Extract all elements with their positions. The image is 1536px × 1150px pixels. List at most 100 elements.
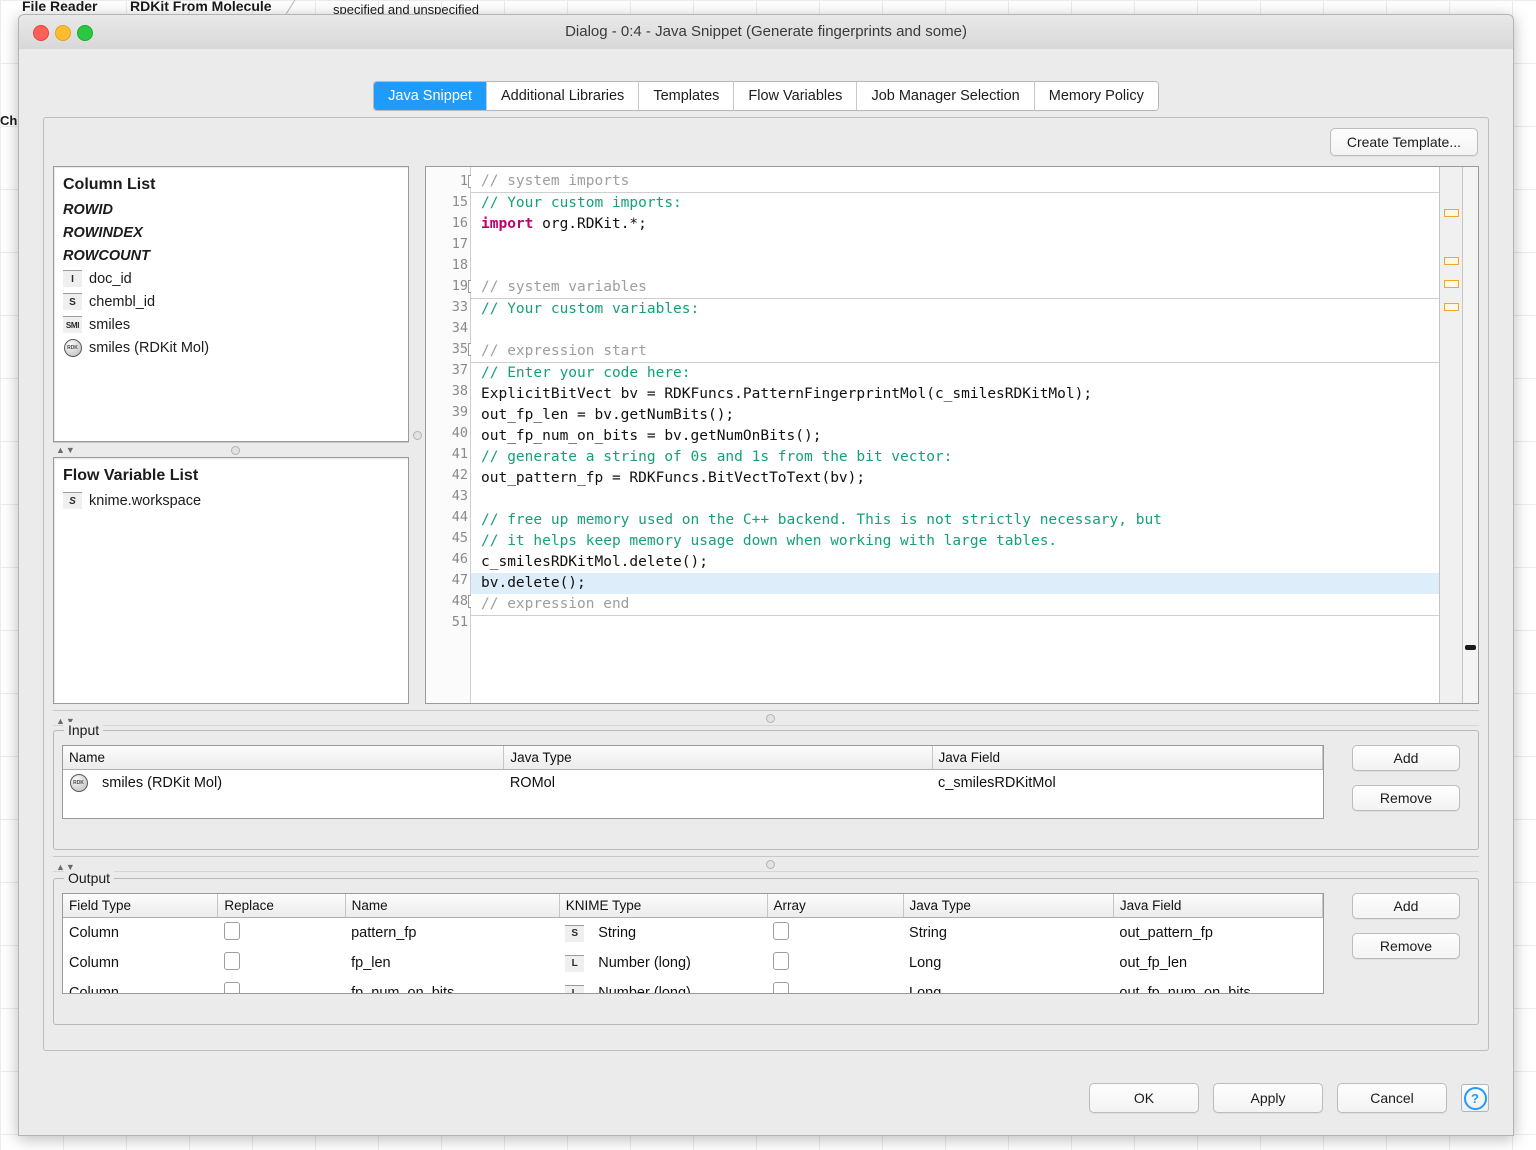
replace-checkbox[interactable]	[223, 952, 240, 970]
table-row[interactable]: Column fp_num_on_bits L Number (long) Lo…	[63, 978, 1323, 993]
input-cell-java-type[interactable]: ROMol	[504, 770, 932, 797]
replace-checkbox[interactable]	[223, 982, 240, 993]
input-add-button[interactable]: Add	[1352, 745, 1460, 771]
output-cell-replace[interactable]	[218, 978, 345, 993]
table-row[interactable]: Column fp_len L Number (long) Long out_f…	[63, 948, 1323, 978]
output-cell-knime-type[interactable]: L Number (long)	[559, 948, 767, 978]
vertical-splitter[interactable]	[409, 166, 425, 704]
column-list-item-doc-id[interactable]: I doc_id	[54, 267, 408, 290]
input-remove-button[interactable]: Remove	[1352, 785, 1460, 811]
code-line[interactable]: out_pattern_fp = RDKFuncs.BitVectToText(…	[471, 468, 1439, 489]
output-splitter[interactable]: ▲▼	[53, 856, 1479, 872]
table-row[interactable]: Column pattern_fp S String String out_pa…	[63, 918, 1323, 949]
ok-button[interactable]: OK	[1089, 1083, 1199, 1113]
output-cell-java-type[interactable]: Long	[903, 948, 1113, 978]
input-col-java-field[interactable]: Java Field	[932, 746, 1323, 770]
flow-variable-list[interactable]: Flow Variable List S knime.workspace	[53, 457, 409, 704]
code-line[interactable]	[471, 256, 1439, 277]
code-line[interactable]: // it helps keep memory usage down when …	[471, 531, 1439, 552]
output-cell-field-type[interactable]: Column	[63, 948, 218, 978]
output-remove-button[interactable]: Remove	[1352, 933, 1460, 959]
output-cell-array[interactable]	[767, 948, 903, 978]
splitter-handle-icon[interactable]	[766, 714, 775, 723]
output-cell-name[interactable]: pattern_fp	[345, 918, 559, 949]
code-line[interactable]	[471, 235, 1439, 256]
editor-vertical-scrollbar[interactable]	[1462, 167, 1478, 703]
output-cell-knime-type[interactable]: S String	[559, 918, 767, 949]
code-line[interactable]: // Your custom variables:	[471, 299, 1439, 320]
output-cell-java-type[interactable]: String	[903, 918, 1113, 949]
output-cell-replace[interactable]	[218, 948, 345, 978]
tab-memory-policy[interactable]: Memory Policy	[1034, 82, 1158, 110]
output-cell-array[interactable]	[767, 978, 903, 993]
flow-variable-item-knime-workspace[interactable]: S knime.workspace	[54, 489, 408, 512]
output-cell-array[interactable]	[767, 918, 903, 949]
output-col-knime-type[interactable]: KNIME Type	[559, 894, 768, 918]
tab-additional-libraries[interactable]: Additional Libraries	[486, 82, 640, 110]
tab-job-manager-selection[interactable]: Job Manager Selection	[857, 82, 1035, 110]
code-line[interactable]: out_fp_num_on_bits = bv.getNumOnBits();	[471, 426, 1439, 447]
output-cell-name[interactable]: fp_len	[345, 948, 559, 978]
output-cell-knime-type[interactable]: L Number (long)	[559, 978, 767, 993]
cancel-button[interactable]: Cancel	[1337, 1083, 1447, 1113]
output-table[interactable]: Field Type Replace Name KNIME Type Array…	[62, 893, 1324, 994]
code-line[interactable]	[471, 616, 1439, 637]
output-cell-field-type[interactable]: Column	[63, 978, 218, 993]
code-line-active[interactable]: bv.delete();	[471, 573, 1439, 594]
tab-flow-variables[interactable]: Flow Variables	[734, 82, 858, 110]
output-cell-java-type[interactable]: Long	[903, 978, 1113, 993]
splitter-arrows-icon[interactable]: ▲▼	[56, 445, 76, 455]
splitter-handle-icon[interactable]	[231, 445, 240, 455]
code-line[interactable]: ExplicitBitVect bv = RDKFuncs.PatternFin…	[471, 384, 1439, 405]
lists-splitter[interactable]: ▲▼	[53, 442, 409, 457]
output-cell-field-type[interactable]: Column	[63, 918, 218, 949]
code-line[interactable]: out_fp_len = bv.getNumBits();	[471, 405, 1439, 426]
scrollbar-thumb[interactable]	[1465, 645, 1476, 650]
code-line[interactable]: // system imports	[471, 171, 1439, 193]
input-cell-java-field[interactable]: c_smilesRDKitMol	[932, 770, 1322, 797]
code-line[interactable]: // free up memory used on the C++ backen…	[471, 510, 1439, 531]
output-col-java-field[interactable]: Java Field	[1113, 894, 1323, 918]
output-col-array[interactable]: Array	[767, 894, 904, 918]
code-line[interactable]: // expression end	[471, 594, 1439, 616]
column-list-item-rowid[interactable]: ROWID	[54, 198, 408, 221]
table-row[interactable]: RDK smiles (RDKit Mol) ROMol c_smilesRDK…	[63, 770, 1323, 797]
output-cell-java-field[interactable]: out_fp_num_on_bits	[1113, 978, 1322, 993]
array-checkbox[interactable]	[773, 952, 790, 970]
vertical-splitter-handle-icon[interactable]	[412, 430, 422, 440]
output-col-name[interactable]: Name	[345, 894, 560, 918]
column-list-item-chembl-id[interactable]: S chembl_id	[54, 290, 408, 313]
editor-marker-rail[interactable]	[1439, 167, 1462, 703]
tab-java-snippet[interactable]: Java Snippet	[374, 82, 487, 110]
output-cell-java-field[interactable]: out_fp_len	[1113, 948, 1322, 978]
output-col-field-type[interactable]: Field Type	[63, 894, 219, 918]
code-line[interactable]: c_smilesRDKitMol.delete();	[471, 552, 1439, 573]
output-add-button[interactable]: Add	[1352, 893, 1460, 919]
code-line[interactable]: import org.RDKit.*;	[471, 214, 1439, 235]
input-table[interactable]: Name Java Type Java Field RDK smiles (RD…	[62, 745, 1324, 819]
output-col-replace[interactable]: Replace	[217, 894, 346, 918]
tab-templates[interactable]: Templates	[639, 82, 735, 110]
code-line[interactable]: // generate a string of 0s and 1s from t…	[471, 447, 1439, 468]
warning-marker-icon[interactable]	[1444, 209, 1459, 217]
code-line[interactable]	[471, 320, 1439, 341]
code-line[interactable]: // expression start	[471, 341, 1439, 363]
replace-checkbox[interactable]	[223, 922, 240, 940]
splitter-handle-icon[interactable]	[766, 860, 775, 869]
output-cell-replace[interactable]	[218, 918, 345, 949]
output-cell-java-field[interactable]: out_pattern_fp	[1113, 918, 1322, 949]
column-list-item-rowcount[interactable]: ROWCOUNT	[54, 244, 408, 267]
warning-marker-icon[interactable]	[1444, 303, 1459, 311]
column-list[interactable]: Column List ROWID ROWINDEX ROWCOUNT I do…	[53, 166, 409, 442]
code-line[interactable]	[471, 489, 1439, 510]
code-line[interactable]: // system variables	[471, 277, 1439, 299]
warning-marker-icon[interactable]	[1444, 257, 1459, 265]
column-list-item-smiles-rdkit-mol[interactable]: RDK smiles (RDKit Mol)	[54, 336, 408, 359]
editor-text-area[interactable]: // system imports // Your custom imports…	[471, 167, 1439, 703]
array-checkbox[interactable]	[773, 982, 790, 993]
code-editor[interactable]: 1+ 15 16 17 18 19+ 33 34 35+ 37 38 39 40…	[425, 166, 1479, 704]
input-col-java-type[interactable]: Java Type	[503, 746, 933, 770]
column-list-item-smiles[interactable]: SMI smiles	[54, 313, 408, 336]
help-button[interactable]: ?	[1461, 1084, 1489, 1112]
input-cell-name[interactable]: RDK smiles (RDKit Mol)	[63, 770, 504, 797]
